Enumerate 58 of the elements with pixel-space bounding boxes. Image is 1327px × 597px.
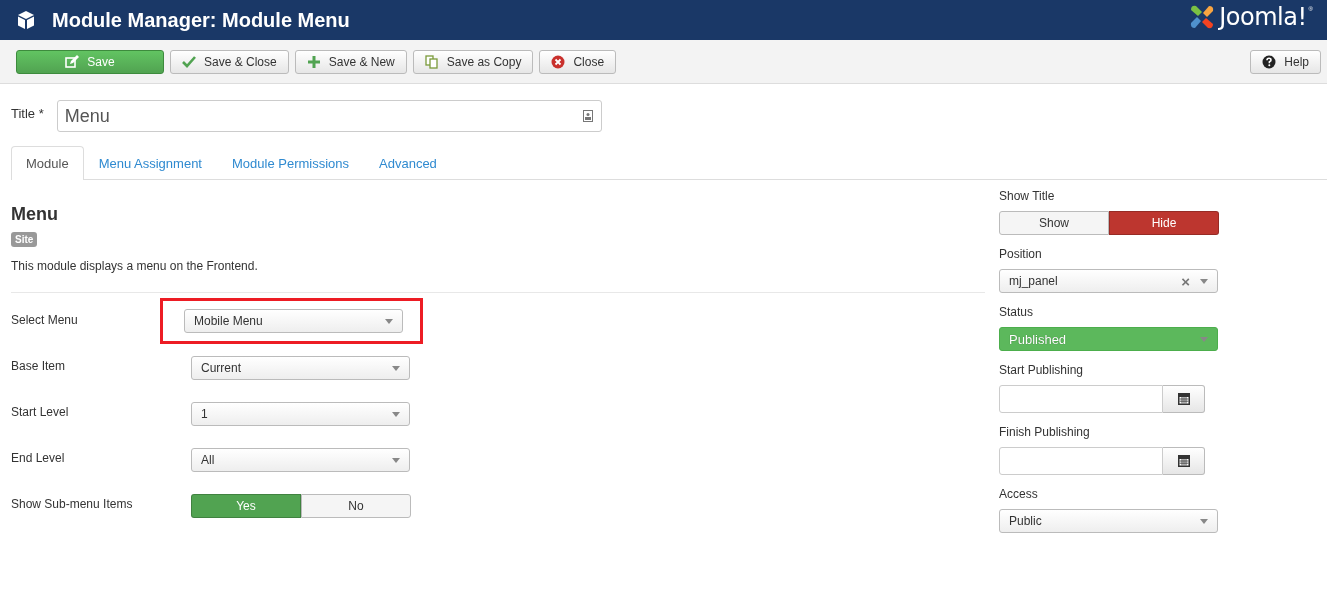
id-card-icon xyxy=(582,110,593,122)
calendar-button[interactable] xyxy=(1163,447,1205,475)
caret-icon xyxy=(392,457,400,463)
field-label: Show Title xyxy=(999,189,1056,203)
tab[interactable]: Module Permissions xyxy=(217,146,365,180)
caret-icon xyxy=(1200,278,1208,284)
calendar-button[interactable] xyxy=(1163,385,1205,413)
logo-text: Joomla! xyxy=(1219,3,1307,31)
calendar-icon xyxy=(1177,455,1190,467)
field-label: Title * xyxy=(11,105,44,121)
field-label: Start Level xyxy=(11,404,70,419)
module-description: This module displays a menu on the Frontend. xyxy=(11,259,259,273)
field-label: Select Menu xyxy=(11,312,79,327)
field-label: Show Sub-menu Items xyxy=(11,496,134,511)
field-label: Position xyxy=(999,247,1043,261)
calendar-icon xyxy=(1177,393,1190,405)
select-field[interactable]: Public xyxy=(999,509,1218,533)
date-field[interactable] xyxy=(999,447,1163,475)
tab[interactable]: Module xyxy=(11,146,84,180)
close-icon xyxy=(551,54,566,69)
field-label: Status xyxy=(999,305,1035,319)
cube-icon xyxy=(16,10,36,30)
clear-button[interactable]: × xyxy=(1181,272,1190,290)
caret-icon xyxy=(1200,518,1208,524)
field-label: Base Item xyxy=(11,358,67,373)
copy-icon xyxy=(424,54,439,69)
toggle-option[interactable]: No xyxy=(301,494,411,518)
toolbar-button[interactable]: Save & New xyxy=(294,49,407,74)
title-field[interactable]: Menu xyxy=(56,100,602,132)
toolbar-button[interactable]: Save as Copy xyxy=(412,49,534,74)
page-title: Module Manager: Module Menu xyxy=(52,8,350,32)
caret-icon xyxy=(392,365,400,371)
date-field[interactable] xyxy=(999,385,1163,413)
field-label: End Level xyxy=(11,450,66,465)
help-button[interactable]: Help xyxy=(1250,49,1321,74)
caret-icon xyxy=(392,411,400,417)
toolbar-button[interactable]: Save & Close xyxy=(170,49,289,74)
toggle-option[interactable]: Hide xyxy=(1109,211,1219,235)
toggle-option[interactable]: Show xyxy=(999,211,1109,235)
module-heading: Menu xyxy=(11,204,59,225)
field-label: Start Publishing xyxy=(999,363,1085,377)
edit-icon xyxy=(65,54,80,69)
field-label: Access xyxy=(999,487,1039,501)
check-icon xyxy=(182,54,196,69)
select-field[interactable]: All xyxy=(191,448,410,472)
tab[interactable]: Menu Assignment xyxy=(83,146,217,180)
help-icon xyxy=(1262,54,1277,69)
select-field[interactable]: mj_panel × xyxy=(999,269,1218,293)
toolbar-button[interactable]: Close xyxy=(539,49,617,74)
field-label: Finish Publishing xyxy=(999,425,1091,439)
select-field[interactable]: Mobile Menu xyxy=(184,309,403,333)
site-badge: Site xyxy=(11,232,38,247)
select-field[interactable]: Current xyxy=(191,356,410,380)
select-field[interactable]: 1 xyxy=(191,402,410,426)
caret-icon xyxy=(1200,336,1208,342)
tab[interactable]: Advanced xyxy=(364,146,452,180)
plus-icon xyxy=(306,54,321,69)
caret-icon xyxy=(385,318,393,324)
